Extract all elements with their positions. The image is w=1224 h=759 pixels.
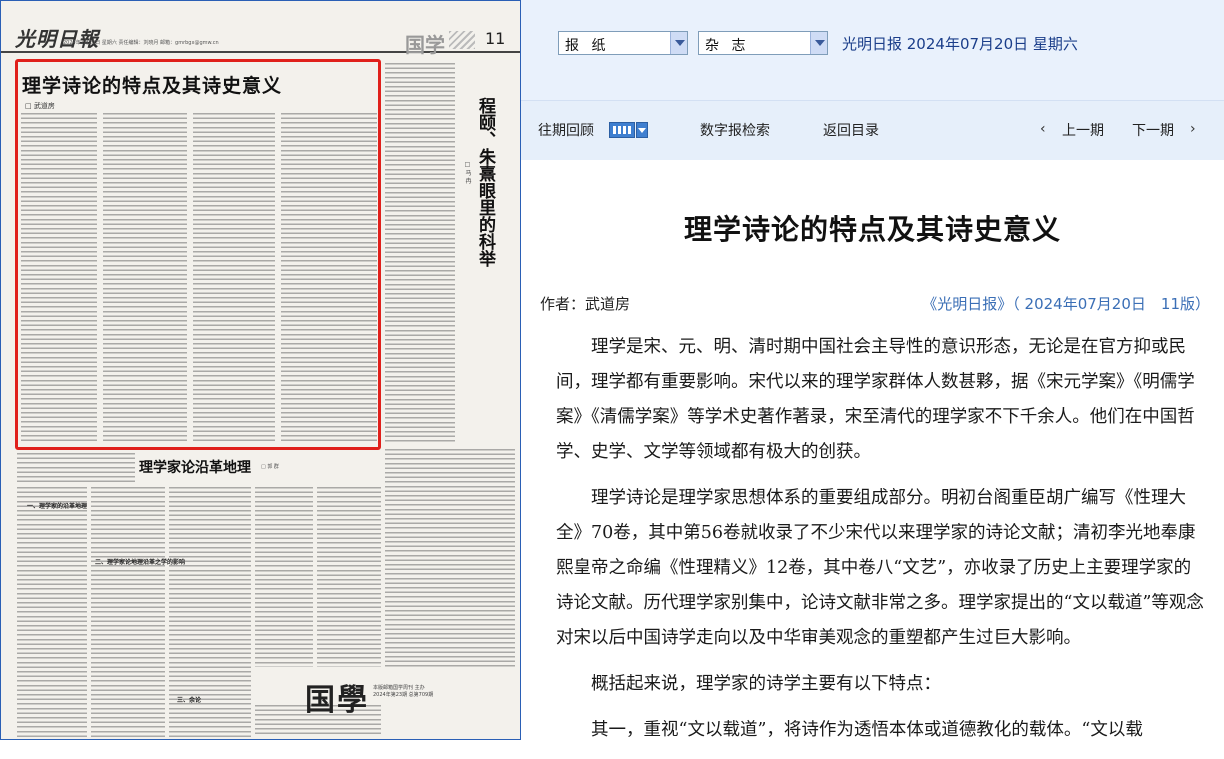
text-column [385,63,455,443]
text-column [17,453,135,483]
article-source: 《光明日报》（ 2024年07月20日 11版） [922,295,1210,313]
article-body: 理学是宋、元、明、清时期中国社会主导性的意识形态，无论是在官方抑或民间，理学都有… [556,330,1208,759]
newspaper-logo: 光明日報 [15,27,99,51]
article-paragraph: 其一，重视“文以载道”，将诗作为透悟本体或道德教化的载体。“文以载 [591,720,1143,740]
magazine-select[interactable]: 杂 志 [698,31,828,55]
text-column [91,487,165,737]
second-article-title: 理学家论沿革地理 [139,460,251,476]
newspaper-select[interactable]: 报 纸 [558,31,688,55]
chevron-down-icon[interactable] [636,122,648,138]
prev-issue-link[interactable]: 上一期 [1062,120,1104,140]
side-article-byline: □ 马 冉 [464,161,471,184]
article-paragraph: 概括起来说，理学家的诗学主要有以下特点： [591,674,941,694]
section-name: 国学 [405,33,445,57]
article-paragraph: 理学诗论是理学家思想体系的重要组成部分。明初台阁重臣胡广编写《性理大全》70卷，… [556,488,1204,648]
paper-date: 光明日报 2024年07月20日 星期六 [842,35,1078,53]
next-issue-link[interactable]: 下一期 [1132,120,1174,140]
selected-article-highlight[interactable] [15,59,381,450]
guoxue-logo: 国學 [305,683,369,718]
chevron-down-icon[interactable] [670,32,687,54]
chevron-down-icon[interactable] [810,32,827,54]
second-article-subhead: 三、余论 [177,697,202,704]
decorative-stripe [449,31,475,49]
chevron-right-icon[interactable]: › [1190,121,1196,137]
calendar-icon[interactable] [609,122,635,138]
article-author: 作者：武道房 [540,295,631,313]
page-number: 11 [485,29,506,48]
second-article-subhead: 一、理学家的沿革地理 [27,503,88,510]
magazine-select-value: 杂 志 [705,38,750,54]
text-column [17,487,87,737]
text-column [385,449,515,669]
article-title: 理学诗论的特点及其诗史意义 [683,213,1061,246]
masthead-info: 2024年7月20日 星期六 责任编辑：刘晓月 邮箱：gmrbgx@gmw.cn [63,40,219,46]
newspaper-select-value: 报 纸 [565,38,610,54]
text-column [255,487,313,667]
search-link[interactable]: 数字报检索 [700,120,770,140]
newspaper-page-image[interactable]: 光明日報 2024年7月20日 星期六 责任编辑：刘晓月 邮箱：gmrbgx@g… [0,0,521,740]
second-article-byline: □ 郭 群 [261,464,279,470]
side-article-title: 程颐、朱熹眼里的科举 [475,97,495,267]
text-column [317,487,381,667]
guoxue-info: 本版邮箱国学周刊 主办 2024年第23期 总第709期 [373,685,434,698]
back-issue-link[interactable]: 往期回顾 [538,120,594,140]
chevron-left-icon[interactable]: ‹ [1040,121,1046,137]
back-to-index-link[interactable]: 返回目录 [823,120,879,140]
newspaper-masthead: 光明日報 2024年7月20日 星期六 责任编辑：刘晓月 邮箱：gmrbgx@g… [1,1,520,57]
article-paragraph: 理学是宋、元、明、清时期中国社会主导性的意识形态，无论是在官方抑或民间，理学都有… [556,337,1195,462]
